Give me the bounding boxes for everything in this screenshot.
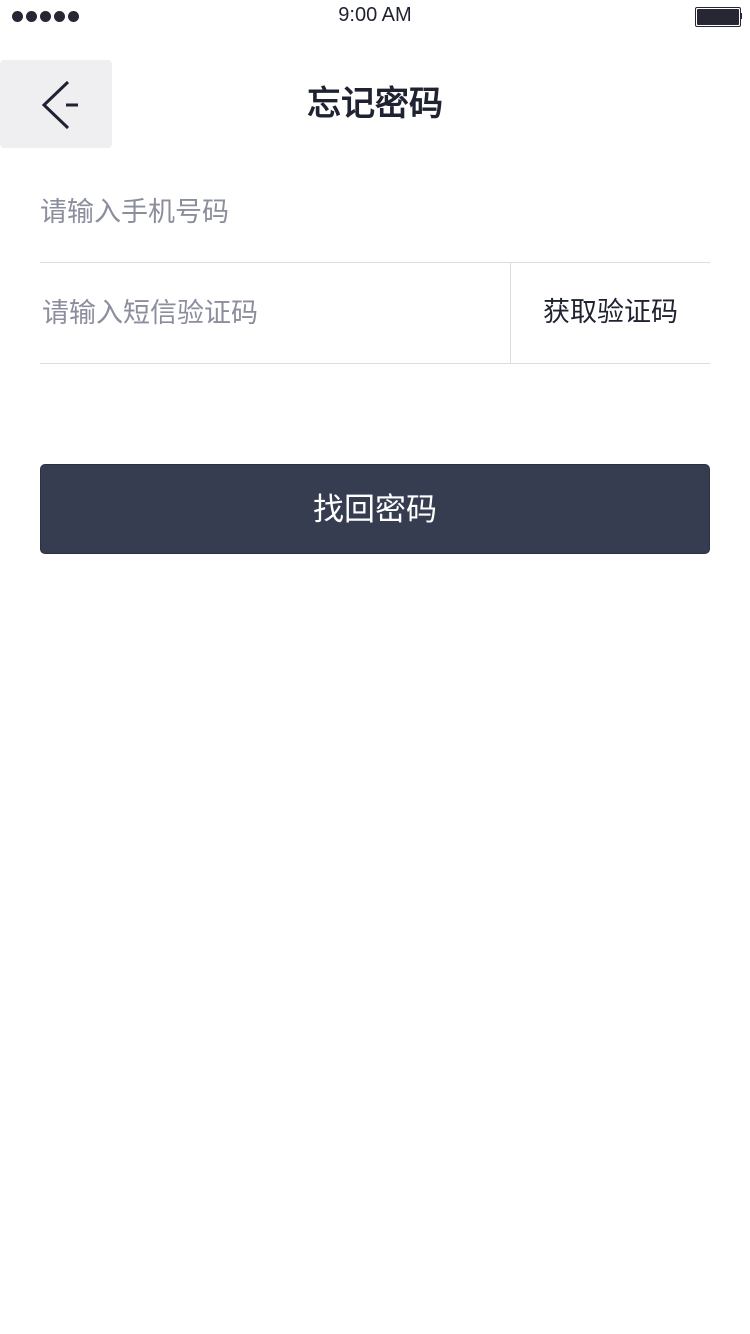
- sms-code-input[interactable]: [40, 263, 502, 363]
- back-button[interactable]: [0, 60, 112, 148]
- phone-input[interactable]: [40, 162, 710, 262]
- battery-icon: [695, 7, 742, 27]
- battery-body: [695, 7, 741, 27]
- recover-password-button[interactable]: 找回密码: [40, 464, 710, 554]
- back-arrow-icon: [41, 80, 78, 130]
- status-bar: 9:00 AM: [0, 0, 750, 34]
- phone-row: [40, 162, 710, 263]
- code-row: 获取验证码: [40, 263, 710, 364]
- reset-form: 获取验证码: [40, 162, 710, 364]
- nav-bar: 忘记密码: [0, 60, 750, 148]
- page-title: 忘记密码: [307, 84, 443, 124]
- battery-tip: [740, 13, 742, 19]
- battery-level: [697, 9, 739, 25]
- status-time: 9:00 AM: [338, 4, 412, 26]
- get-code-button[interactable]: 获取验证码: [511, 263, 710, 363]
